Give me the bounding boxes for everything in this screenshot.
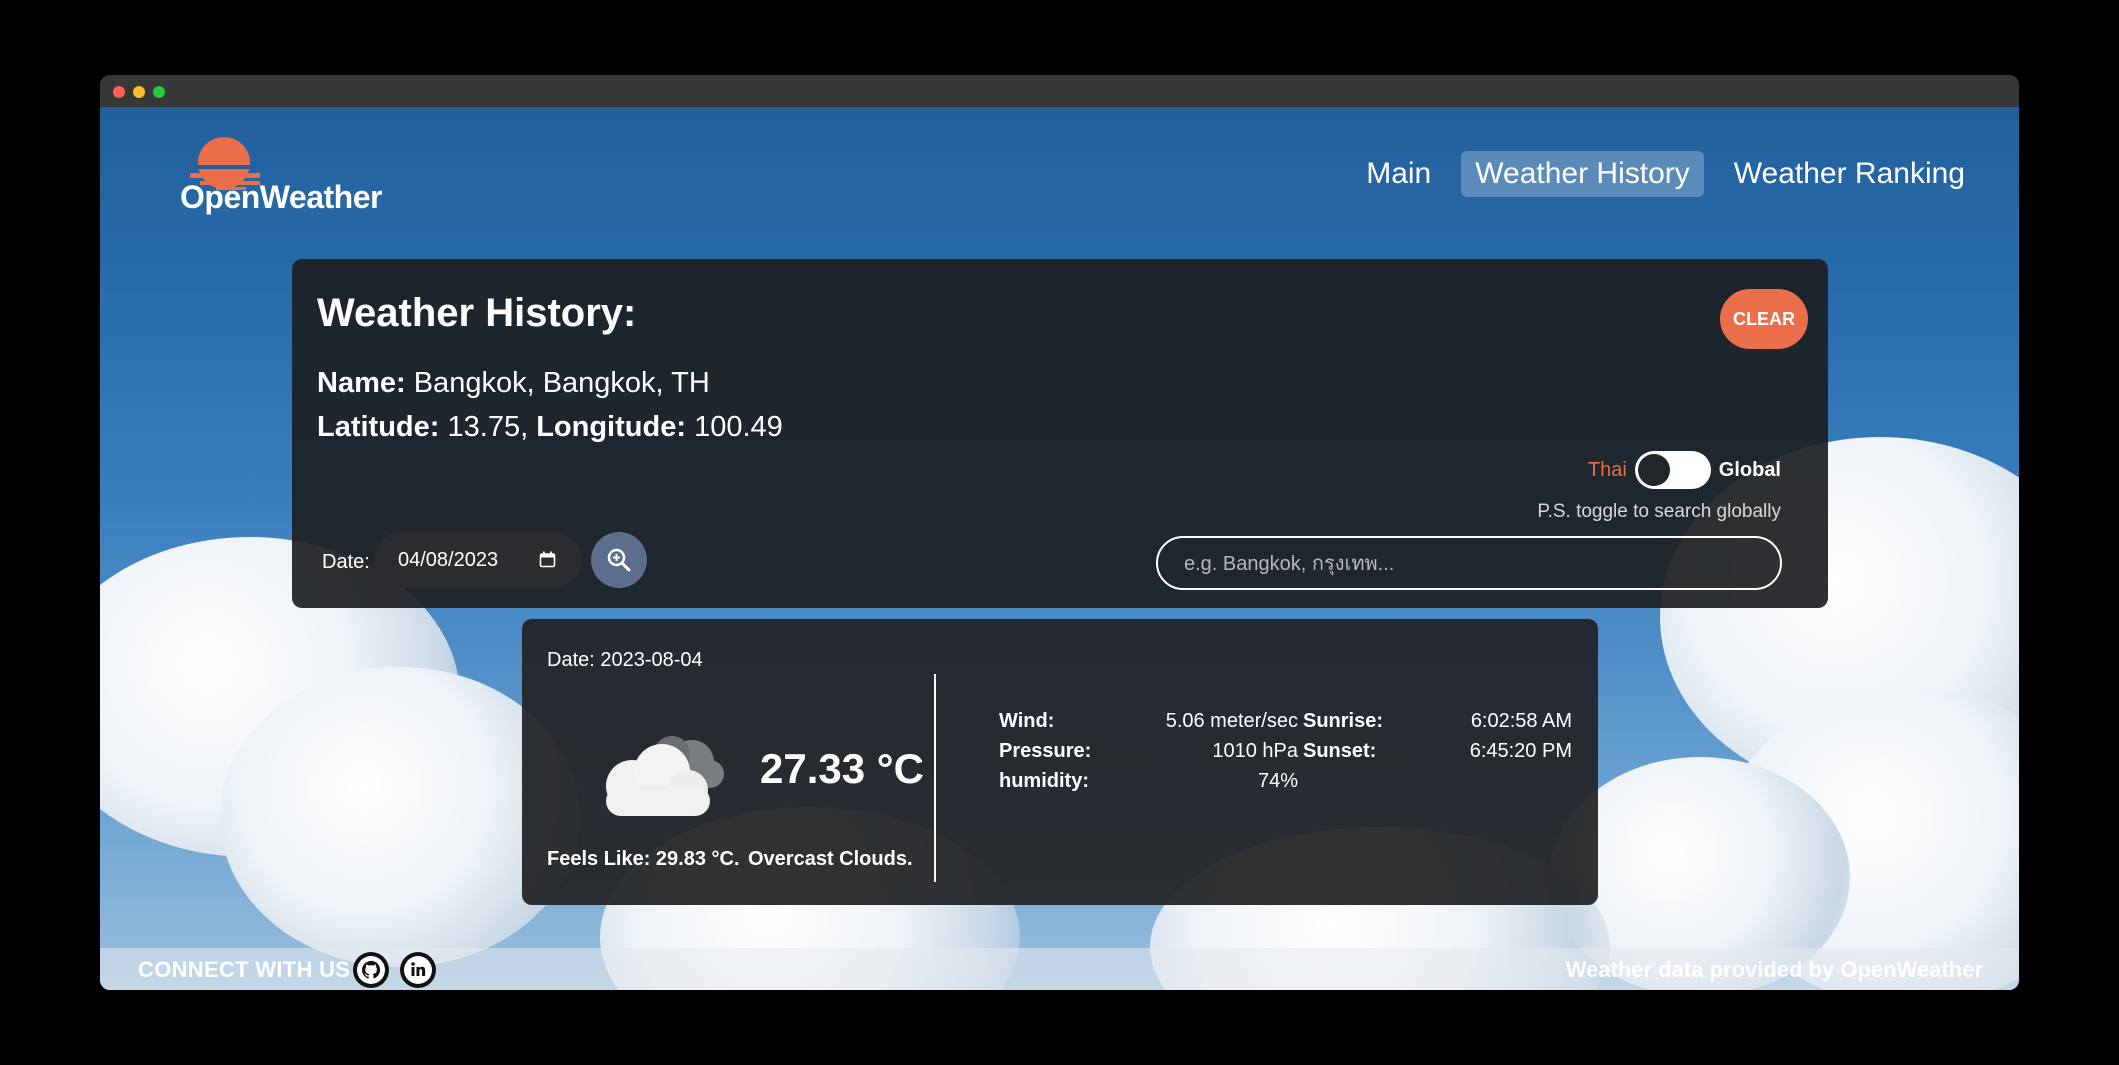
date-label: Date: [322,551,370,573]
weather-description: Overcast Clouds. [748,848,913,870]
pressure-value: 1010 hPa [1212,740,1298,762]
toggle-hint: P.S. toggle to search globally [1537,501,1781,522]
toggle-label-thai: Thai [1587,458,1627,481]
card-divider [934,674,936,882]
nav-item-weather-ranking[interactable]: Weather Ranking [1720,151,1979,197]
sunrise-value: 6:02:58 AM [1470,710,1572,732]
page-viewport: OpenWeather Main Weather History Weather… [100,107,2019,990]
date-value: 04/08/2023 [398,548,499,571]
toggle-label-global: Global [1718,458,1781,481]
latitude-value: 13.75, [447,411,529,443]
search-placeholder: e.g. Bangkok, กรุงเทพ... [1184,553,1395,575]
nav-item-main[interactable]: Main [1352,151,1445,197]
linkedin-link[interactable] [400,952,436,988]
longitude-value: 100.49 [694,411,783,443]
nav-item-weather-history[interactable]: Weather History [1461,151,1704,197]
date-search-button[interactable] [591,532,647,588]
brand-name[interactable]: OpenWeather [180,179,382,216]
search-scope-toggle: Thai Global [1588,451,1781,489]
maximize-window-button[interactable] [153,86,165,98]
sunset-label: Sunset: [1303,740,1377,762]
location-name: Name: Bangkok, Bangkok, TH [317,367,710,400]
page-footer: CONNECT WITH US Weather data provided by… [100,948,2019,990]
sunrise-label: Sunrise: [1303,710,1384,732]
date-picker-input[interactable]: 04/08/2023 [374,532,582,588]
data-credit: Weather data provided by OpenWeather [1565,957,1983,982]
longitude-label: Longitude: [536,411,686,443]
wind-label: Wind: [999,710,1055,732]
page-title: Weather History: [317,291,637,335]
cloud-icon [606,736,724,816]
weather-history-panel: Weather History: Name: Bangkok, Bangkok,… [292,259,1828,608]
feels-like: Feels Like: 29.83 °C. [547,848,740,870]
temperature-value: 27.33 °C [760,745,924,792]
connect-with-us: CONNECT WITH US [138,957,351,982]
latitude-label: Latitude: [317,411,440,443]
zoom-search-icon [607,548,631,572]
name-value: Bangkok, Bangkok, TH [413,367,710,399]
close-window-button[interactable] [113,86,125,98]
weather-result-card: Date: 2023-08-04 27.33 °C Feels Like: 29… [522,619,1598,905]
clear-button[interactable]: CLEAR [1720,289,1808,349]
browser-window: OpenWeather Main Weather History Weather… [100,75,2019,990]
window-titlebar [100,75,2019,107]
calendar-icon[interactable] [539,551,556,568]
switch-knob [1637,454,1670,486]
pressure-label: Pressure: [999,740,1092,762]
minimize-window-button[interactable] [133,86,145,98]
name-label: Name: [317,367,406,399]
github-icon [357,956,385,984]
location-coordinates: Latitude: 13.75, Longitude: 100.49 [317,411,783,444]
linkedin-icon [404,956,432,984]
wind-value: 5.06 meter/sec [1165,710,1298,732]
city-search-input[interactable]: e.g. Bangkok, กรุงเทพ... [1156,536,1782,590]
sunset-value: 6:45:20 PM [1469,740,1572,762]
humidity-label: humidity: [999,770,1089,792]
github-link[interactable] [353,952,389,988]
result-date: Date: 2023-08-04 [547,649,703,671]
humidity-value: 74% [1257,770,1298,792]
top-navigation: Main Weather History Weather Ranking [1352,151,1979,197]
scope-switch[interactable] [1634,451,1711,489]
